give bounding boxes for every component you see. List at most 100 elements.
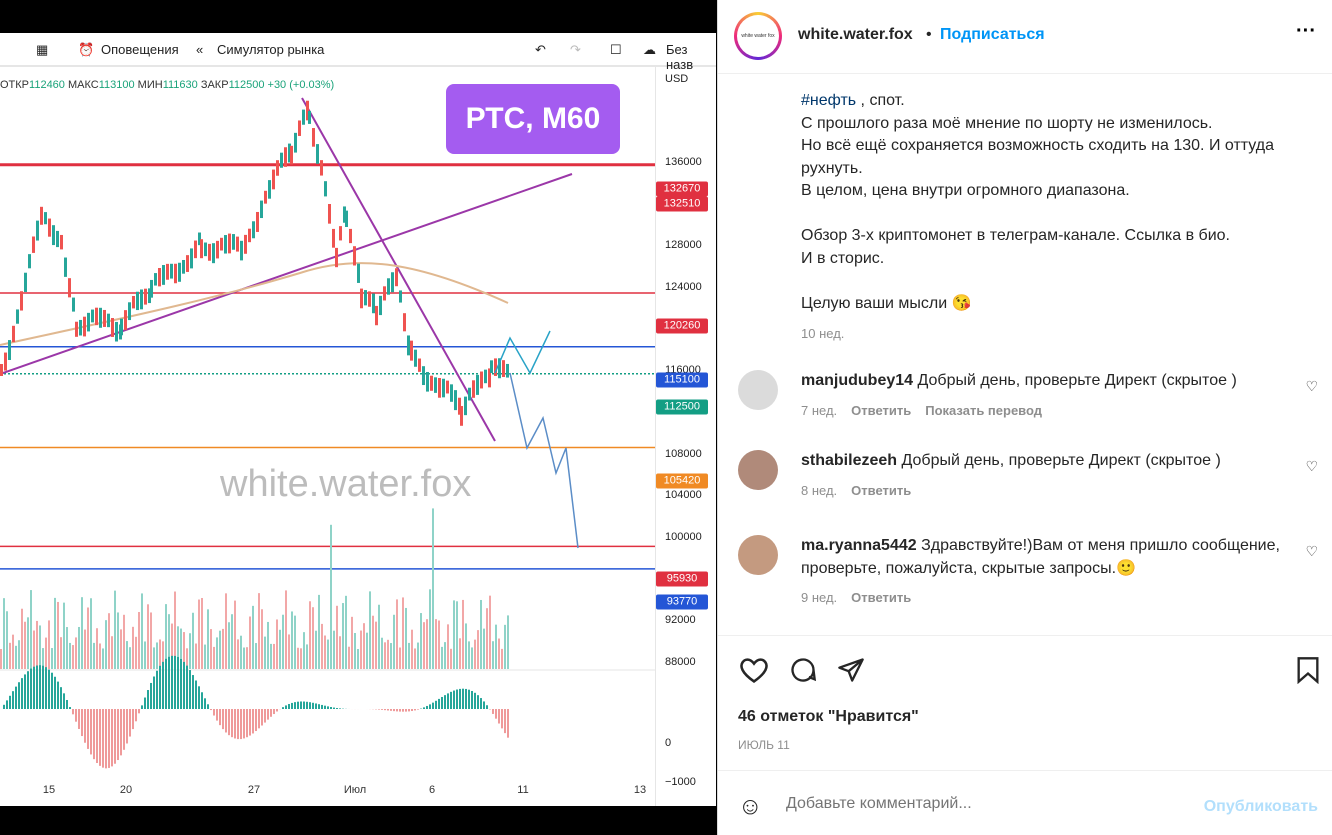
candle	[40, 206, 43, 225]
candle	[150, 279, 153, 298]
candle	[115, 321, 118, 342]
comment-text: Добрый день, проверьте Директ (скрытое )	[917, 372, 1237, 389]
oscillator-bar	[429, 704, 431, 709]
commenter-avatar[interactable]	[738, 450, 778, 490]
candle	[200, 239, 203, 259]
oscillator-bar	[159, 665, 161, 709]
comment-input[interactable]	[786, 795, 1186, 813]
price-tick: 136000	[665, 156, 702, 168]
candle	[194, 240, 197, 259]
volume-bar	[219, 630, 221, 669]
volume-bar	[366, 632, 368, 669]
oscillator-bar	[444, 695, 446, 709]
comment-like-icon[interactable]: ♡	[1305, 458, 1318, 475]
candle	[244, 234, 247, 254]
post-time[interactable]: 10 нед.	[801, 323, 1301, 346]
oscillator-bar	[243, 709, 245, 739]
volume-bar	[33, 630, 35, 669]
candle	[216, 240, 219, 259]
oscillator-bar	[246, 709, 248, 738]
candle	[490, 360, 493, 374]
candle	[383, 286, 386, 301]
translate-button[interactable]: Показать перевод	[925, 403, 1042, 418]
chart-image: ▦ ⏰ Оповещения « Симулятор рынка ↶ ↷ ☐ ☁…	[0, 33, 716, 806]
save-bookmark-icon[interactable]	[1296, 656, 1320, 684]
volume-bar	[84, 629, 86, 669]
publish-button[interactable]: Опубликовать	[1204, 798, 1318, 816]
candle	[36, 220, 39, 241]
reply-button[interactable]: Ответить	[851, 403, 911, 418]
like-icon[interactable]	[738, 656, 770, 684]
oscillator-bar	[240, 709, 242, 740]
oscillator-bar	[438, 698, 440, 709]
caption-text: , спот.	[856, 92, 905, 109]
comment-username[interactable]: manjudubey14	[801, 372, 913, 389]
oscillator-bar	[120, 709, 122, 756]
candle	[418, 358, 421, 372]
comment-time[interactable]: 9 нед.	[801, 590, 837, 605]
volume-bar	[369, 591, 371, 669]
volume-bar	[63, 602, 65, 669]
reply-button[interactable]: Ответить	[851, 590, 911, 605]
oscillator-bar	[114, 709, 116, 764]
candle	[240, 240, 243, 261]
candle	[460, 406, 463, 426]
oscillator-bar	[138, 709, 140, 714]
candle	[480, 371, 483, 389]
volume-bar	[282, 614, 284, 669]
candle	[353, 246, 356, 266]
comment-username[interactable]: sthabilezeeh	[801, 452, 897, 469]
share-icon[interactable]	[836, 656, 866, 684]
oscillator-bar	[6, 700, 8, 709]
username[interactable]: white.water.fox	[798, 26, 913, 44]
volume-bar	[156, 642, 158, 669]
oscillator-bar	[42, 665, 44, 709]
oscillator-bar	[15, 686, 17, 709]
caption-line: В целом, цена внутри огромного диапазона…	[801, 182, 1130, 199]
oscillator-bar	[477, 695, 479, 709]
oscillator-bar	[3, 704, 5, 709]
oscillator-bar	[78, 709, 80, 729]
caption-line: С прошлого раза моё мнение по шорту не и…	[801, 114, 1213, 132]
volume-bar	[51, 648, 53, 669]
reply-button[interactable]: Ответить	[851, 483, 911, 498]
oscillator-bar	[324, 705, 326, 709]
oscillator-bar	[21, 678, 23, 709]
candle	[236, 236, 239, 252]
oscillator-bar	[432, 702, 434, 709]
hashtag-link[interactable]: #нефть	[801, 92, 856, 109]
likes-count[interactable]: 46 отметок "Нравится"	[738, 708, 919, 726]
volume-bar	[360, 630, 362, 669]
candle	[248, 228, 251, 243]
emoji-icon[interactable]: ☺	[738, 793, 763, 821]
comment-time[interactable]: 7 нед.	[801, 403, 837, 418]
oscillator-bar	[84, 709, 86, 743]
candle	[260, 200, 263, 219]
candle	[136, 291, 139, 311]
comment-icon[interactable]	[788, 656, 818, 684]
volume-bar	[459, 638, 461, 669]
volume-bar	[363, 623, 365, 669]
comment-username[interactable]: ma.ryanna5442	[801, 537, 917, 554]
volume-bar	[132, 626, 134, 669]
oscillator-bar	[321, 704, 323, 709]
price-tick: 108000	[665, 447, 702, 460]
commenter-avatar[interactable]	[738, 370, 778, 410]
price-axis[interactable]: USD 136000 128000 124000 116000 108000 104000…	[655, 67, 716, 806]
candle	[32, 236, 35, 253]
volume-bar	[408, 642, 410, 669]
price-level-label: 93770	[656, 594, 708, 610]
comment-time[interactable]: 8 нед.	[801, 483, 837, 498]
volume-bar	[6, 611, 8, 669]
volume-bar	[342, 603, 344, 669]
candle	[20, 291, 23, 311]
follow-button[interactable]: Подписаться	[940, 26, 1045, 44]
more-options-icon[interactable]: ···	[1296, 20, 1316, 43]
comment-like-icon[interactable]: ♡	[1305, 378, 1318, 395]
commenter-avatar[interactable]	[738, 535, 778, 575]
comment-like-icon[interactable]: ♡	[1305, 543, 1318, 560]
volume-bar	[426, 619, 428, 669]
oscillator-bar	[411, 709, 413, 712]
currency-select[interactable]: USD	[665, 73, 688, 85]
avatar[interactable]: white water fox	[734, 12, 782, 60]
